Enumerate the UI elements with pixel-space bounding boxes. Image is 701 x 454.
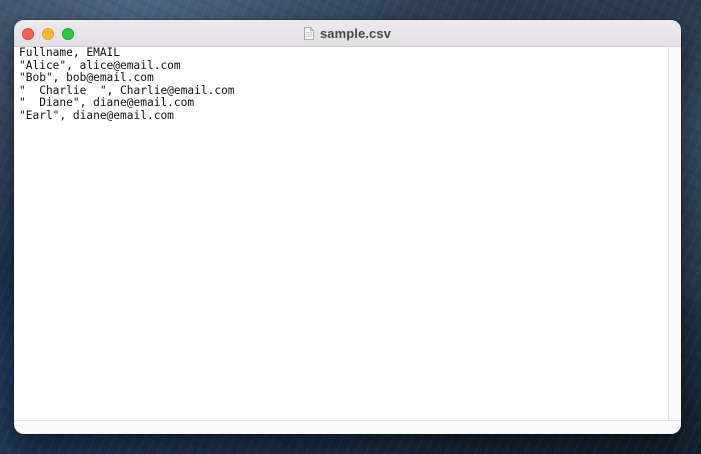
text-editor-window: sample.csv Fullname, EMAIL "Alice", alic…	[14, 20, 681, 434]
text-line-header[interactable]: Fullname, EMAIL	[19, 46, 667, 60]
window-title: sample.csv	[319, 25, 392, 41]
text-line-bob[interactable]: "Bob", bob@email.com	[19, 72, 667, 85]
vertical-scrollbar[interactable]	[668, 47, 681, 420]
text-line-earl[interactable]: "Earl", diane@email.com	[19, 109, 667, 123]
document-icon[interactable]	[304, 26, 314, 40]
window-title-group: sample.csv	[14, 20, 681, 46]
text-content-area[interactable]: Fullname, EMAIL "Alice", alice@email.com…	[14, 46, 667, 420]
title-bar[interactable]: sample.csv	[14, 20, 681, 47]
horizontal-scrollbar[interactable]	[14, 420, 681, 434]
